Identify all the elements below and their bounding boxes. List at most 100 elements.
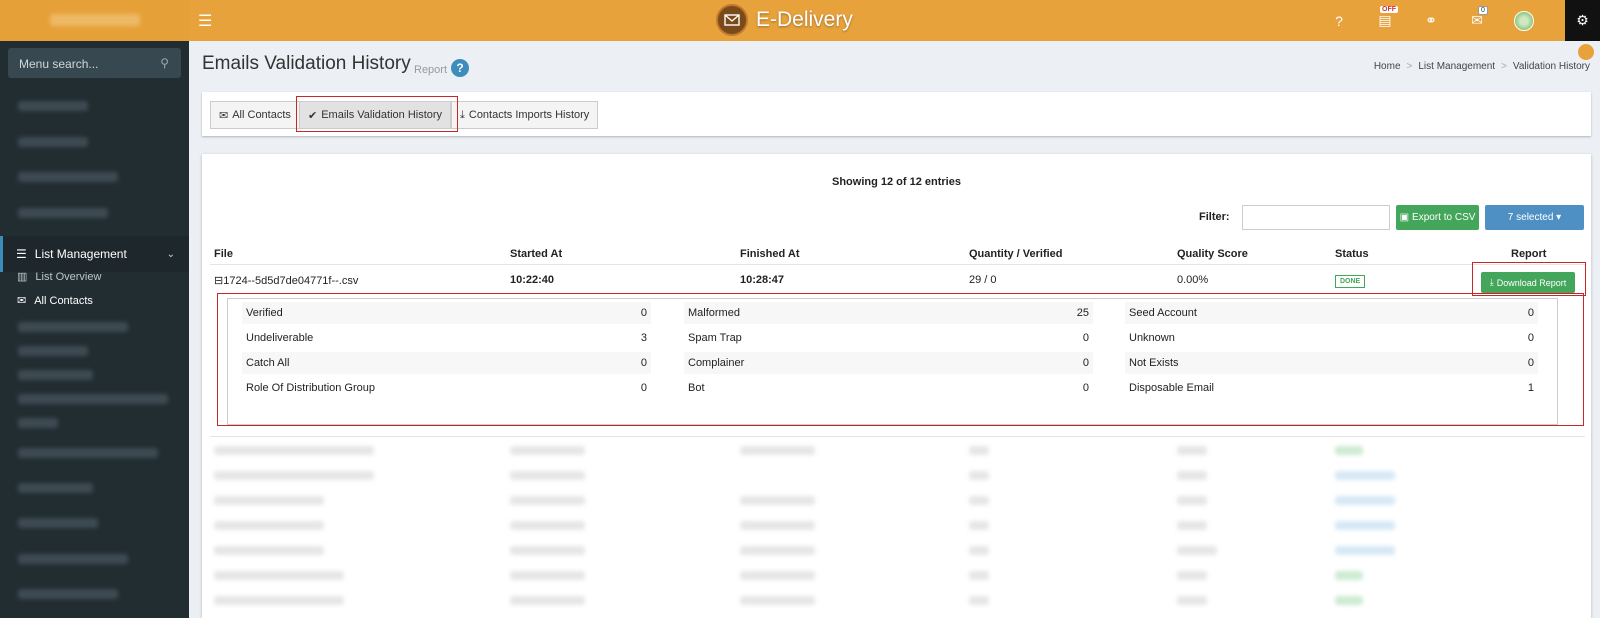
chevron-down-icon: ⌄ — [166, 248, 175, 260]
coupon-icon[interactable]: ▤ OFF — [1376, 6, 1398, 29]
breadcrumb-separator: > — [1406, 61, 1413, 72]
file-icon: ▣ — [1399, 212, 1410, 223]
file-name: 1724--5d5d7de04771f--.csv — [223, 275, 359, 287]
column-header-report[interactable]: Report — [1511, 248, 1546, 260]
table-row[interactable] — [214, 571, 344, 580]
sidebar-item-blurred[interactable] — [18, 101, 88, 111]
column-header-file[interactable]: File — [214, 248, 233, 260]
table-row — [740, 446, 815, 455]
menu-search-input[interactable]: Menu search... ⚲ — [8, 48, 181, 78]
brand[interactable]: E-Delivery — [716, 4, 853, 36]
sidebar-item-blurred[interactable] — [18, 448, 158, 458]
top-bar: ☰ E-Delivery ? ▤ OFF ⚭ ✉ 0 ⚙ — [0, 0, 1600, 41]
sidebar-subitem-all-contacts[interactable]: ✉ All Contacts — [17, 294, 93, 308]
column-header-quantity[interactable]: Quantity / Verified — [969, 248, 1063, 260]
hamburger-menu-icon[interactable]: ☰ — [198, 11, 212, 31]
table-row — [740, 546, 815, 555]
sidebar-item-blurred[interactable] — [18, 208, 108, 218]
export-csv-button[interactable]: ▣ Export to CSV — [1396, 205, 1479, 230]
table-row[interactable] — [214, 471, 374, 480]
column-header-started[interactable]: Started At — [510, 248, 562, 260]
table-row — [740, 496, 815, 505]
top-icons: ? ▤ OFF ⚭ ✉ 0 — [1330, 0, 1534, 41]
logo-area[interactable] — [0, 0, 189, 41]
sidebar-item-blurred[interactable] — [18, 137, 88, 147]
sidebar: Menu search... ⚲ ☰ List Management ⌄ ▥ Li… — [0, 41, 189, 618]
table-row — [969, 471, 989, 480]
sidebar-subitem-blurred[interactable] — [18, 418, 58, 428]
column-header-quality[interactable]: Quality Score — [1177, 248, 1248, 260]
tab-all-contacts[interactable]: ✉ All Contacts — [210, 101, 300, 129]
table-row[interactable] — [214, 446, 374, 455]
notification-dot — [1578, 44, 1594, 60]
sidebar-subitem-blurred[interactable] — [18, 370, 93, 380]
sidebar-item-list-management[interactable]: ☰ List Management ⌄ — [0, 236, 189, 272]
filter-input[interactable] — [1242, 205, 1390, 230]
settings-gear-icon[interactable]: ⚙ — [1565, 0, 1600, 41]
breadcrumb-current: Validation History — [1512, 61, 1590, 72]
breadcrumb-separator: > — [1501, 61, 1507, 72]
tab-contacts-imports-history[interactable]: ⤓ Contacts Imports History — [451, 101, 599, 129]
sidebar-item-blurred[interactable] — [18, 554, 128, 564]
table-row — [1177, 521, 1207, 530]
breadcrumb-home[interactable]: Home — [1374, 61, 1401, 72]
sidebar-subitem-list-overview[interactable]: ▥ List Overview — [17, 270, 102, 284]
table-row — [1177, 596, 1207, 605]
table-row — [969, 596, 989, 605]
table-row — [510, 521, 585, 530]
finished-at: 10:28:47 — [740, 274, 785, 286]
sidebar-subitem-blurred[interactable] — [18, 346, 88, 356]
quality-score: 0.00% — [1177, 274, 1209, 286]
table-row — [969, 546, 989, 555]
columns-select-button[interactable]: 7 selected ▾ — [1485, 205, 1584, 230]
sidebar-item-blurred[interactable] — [18, 172, 118, 182]
subitem-label: List Overview — [35, 270, 102, 283]
status-badge: DONE — [1335, 275, 1366, 288]
sidebar-item-blurred[interactable] — [18, 483, 93, 493]
link-icon[interactable]: ⚭ — [1422, 12, 1440, 29]
header-divider — [210, 264, 1585, 265]
table-row[interactable] — [214, 521, 324, 530]
table-row — [510, 496, 585, 505]
table-row — [1177, 471, 1207, 480]
sidebar-subitem-blurred[interactable] — [18, 322, 128, 332]
table-row-file[interactable]: ⊟1724--5d5d7de04771f--.csv — [214, 274, 358, 287]
tab-label: All Contacts — [232, 109, 291, 121]
highlight-box — [1472, 262, 1586, 296]
table-row — [510, 571, 585, 580]
breadcrumb-list-management[interactable]: List Management — [1418, 61, 1495, 72]
help-icon[interactable]: ? — [451, 59, 469, 77]
filter-label: Filter: — [1199, 211, 1230, 223]
table-row[interactable] — [214, 596, 344, 605]
table-row — [969, 521, 989, 530]
table-row — [969, 496, 989, 505]
download-icon: ⤓ — [460, 108, 465, 121]
list-icon: ☰ — [16, 247, 27, 261]
highlight-box — [217, 293, 1584, 426]
question-icon[interactable]: ? — [1330, 13, 1348, 29]
page-title: Emails Validation History — [202, 53, 411, 74]
table-row — [1177, 496, 1207, 505]
user-avatar[interactable] — [1514, 10, 1534, 31]
subitem-label: All Contacts — [34, 294, 93, 307]
sidebar-item-label: List Management — [34, 247, 127, 261]
table-row — [969, 446, 989, 455]
collapse-toggle-icon[interactable]: ⊟ — [214, 275, 223, 287]
sidebar-item-blurred[interactable] — [18, 589, 118, 599]
sidebar-item-blurred[interactable] — [18, 518, 98, 528]
table-row — [1335, 546, 1395, 555]
row-divider — [210, 436, 1585, 437]
sidebar-subitem-blurred[interactable] — [18, 394, 168, 404]
export-label: Export to CSV — [1412, 212, 1476, 223]
table-row — [740, 596, 815, 605]
table-row — [1335, 471, 1395, 480]
table-row[interactable] — [214, 496, 324, 505]
table-row — [1177, 546, 1217, 555]
table-row[interactable] — [214, 546, 324, 555]
mail-icon[interactable]: ✉ 0 — [1468, 6, 1488, 29]
table-row — [510, 546, 585, 555]
table-row — [740, 521, 815, 530]
column-header-finished[interactable]: Finished At — [740, 248, 799, 260]
column-header-status[interactable]: Status — [1335, 248, 1369, 260]
page-subtitle: Report — [414, 64, 448, 76]
